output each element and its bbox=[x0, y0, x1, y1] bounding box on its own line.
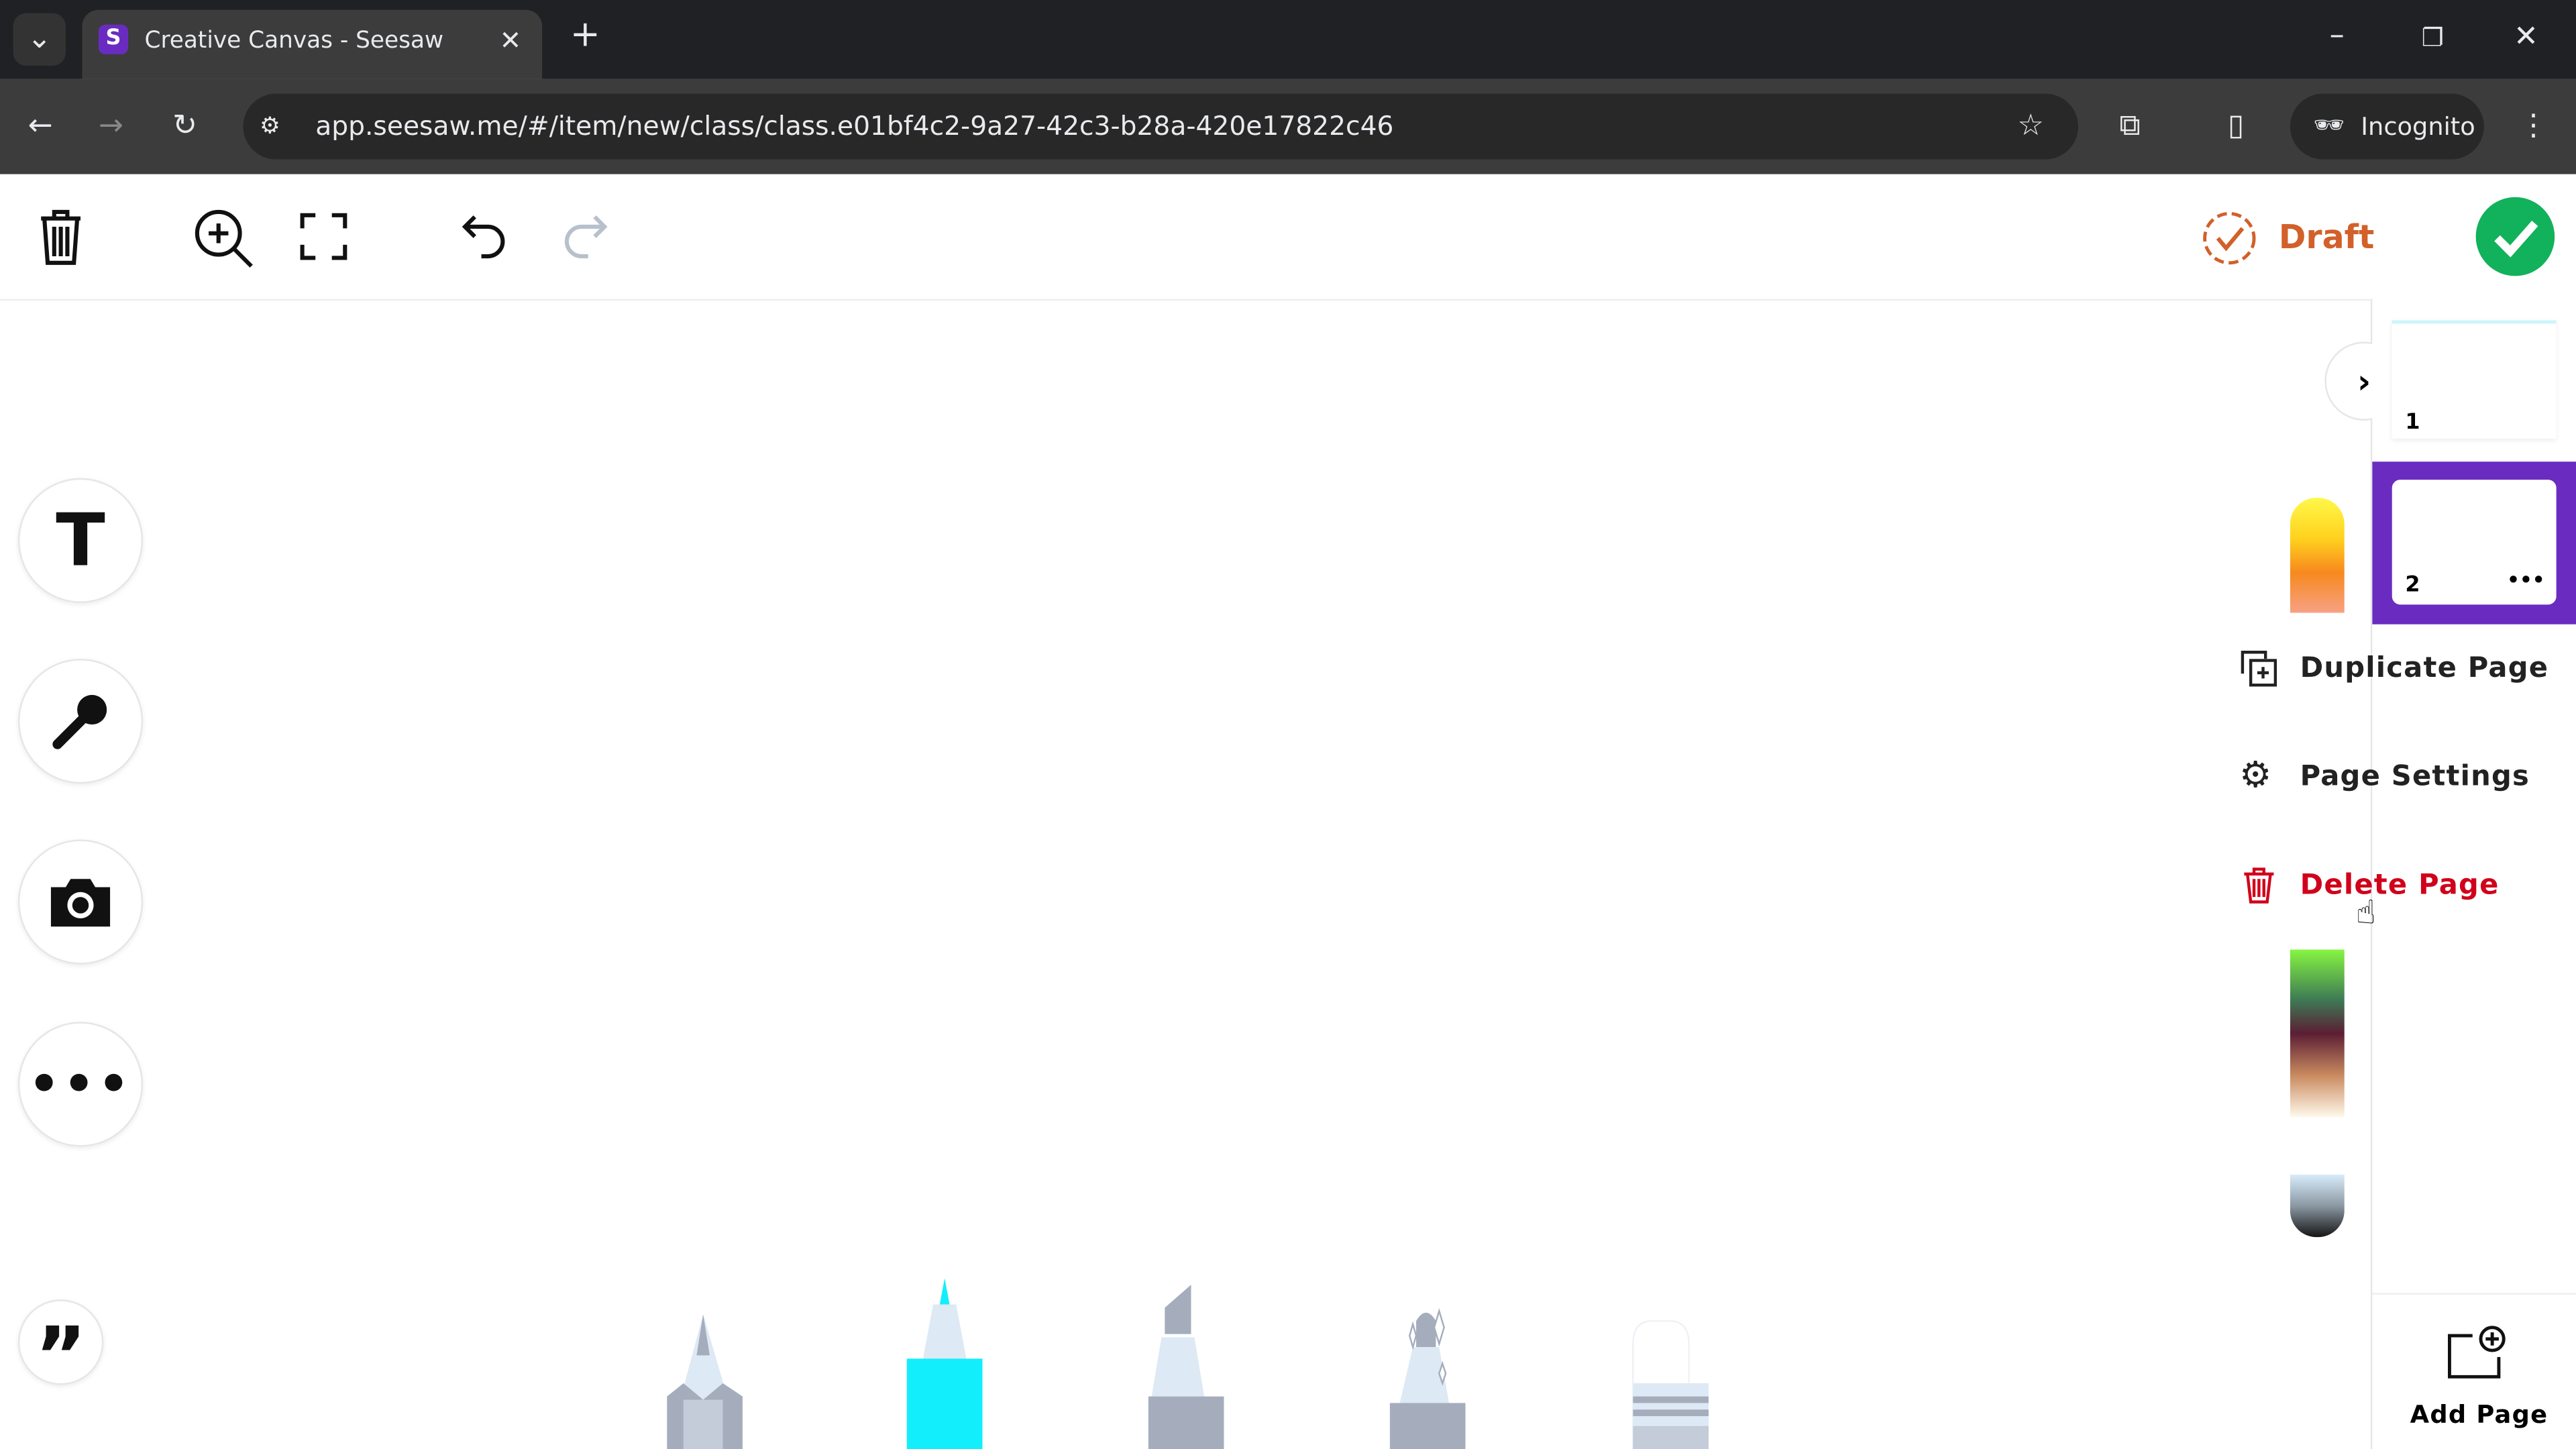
page-thumbnail-2-selected[interactable]: 2 ••• bbox=[2372, 462, 2576, 625]
marker-color bbox=[906, 1358, 983, 1449]
page-2-preview: 2 ••• bbox=[2392, 480, 2557, 605]
fullscreen-icon[interactable] bbox=[299, 212, 348, 261]
gear-icon: ⚙ bbox=[2239, 755, 2272, 797]
app-toolbar: Draft bbox=[0, 174, 2576, 301]
seesaw-favicon-icon: S bbox=[98, 24, 129, 54]
quote-tool-button[interactable]: ” bbox=[17, 1299, 104, 1397]
chevron-right-icon: › bbox=[2357, 361, 2371, 401]
menu-item-label: Page Settings bbox=[2300, 760, 2530, 794]
draft-label: Draft bbox=[2278, 217, 2375, 257]
hand-cursor-icon: ☝ bbox=[2355, 892, 2376, 932]
add-page-label: Add Page bbox=[2410, 1399, 2548, 1430]
camera-tool-button[interactable] bbox=[17, 839, 144, 965]
camera-icon bbox=[50, 879, 111, 927]
duplicate-icon bbox=[2241, 651, 2277, 687]
browser-tab-bar: ⌄ S Creative Canvas - Seesaw ✕ + – ❐ ✕ bbox=[0, 0, 2576, 79]
page-thumbnail-1[interactable]: 1 bbox=[2392, 320, 2557, 439]
menu-item-label: Delete Page bbox=[2300, 869, 2500, 902]
text-tool-button[interactable]: T bbox=[17, 478, 144, 603]
window-close-icon[interactable]: ✕ bbox=[2514, 21, 2538, 54]
marker-tool-selected[interactable] bbox=[897, 1265, 996, 1449]
minimize-icon[interactable]: – bbox=[2330, 19, 2345, 52]
more-tools-button[interactable]: ••• bbox=[17, 1022, 144, 1147]
restore-icon[interactable]: ❐ bbox=[2422, 21, 2444, 54]
undo-icon[interactable] bbox=[460, 212, 509, 261]
reload-icon[interactable]: ↻ bbox=[172, 109, 197, 143]
highlighter-tool[interactable] bbox=[1138, 1265, 1237, 1449]
delete-page-menu-item[interactable]: Delete Page bbox=[2238, 864, 2550, 910]
forward-icon[interactable]: → bbox=[99, 109, 123, 143]
side-panel-icon[interactable]: ▯ bbox=[2228, 109, 2244, 143]
text-icon: T bbox=[56, 498, 105, 583]
trash-icon bbox=[2244, 867, 2274, 904]
menu-item-label: Duplicate Page bbox=[2300, 652, 2549, 686]
draft-check-icon bbox=[2203, 211, 2256, 265]
checkmark-icon bbox=[2494, 221, 2538, 258]
incognito-badge[interactable]: 🕶 Incognito bbox=[2290, 93, 2484, 160]
glitter-pen-tool[interactable] bbox=[1380, 1265, 1479, 1449]
address-bar[interactable]: ⚙ app.seesaw.me/#/item/new/class/class.e… bbox=[243, 93, 2078, 160]
draft-status[interactable]: Draft bbox=[2202, 209, 2382, 268]
zoom-in-icon[interactable] bbox=[193, 207, 255, 270]
trash-icon[interactable] bbox=[36, 207, 85, 266]
add-page-button[interactable]: Add Page bbox=[2372, 1314, 2576, 1449]
page-settings-menu-item[interactable]: ⚙ Page Settings bbox=[2238, 756, 2550, 802]
browser-nav-bar: ← → ↻ ⚙ app.seesaw.me/#/item/new/class/c… bbox=[0, 78, 2576, 176]
page-number: 1 bbox=[2405, 411, 2420, 435]
more-icon: ••• bbox=[28, 1055, 133, 1114]
color-swatch-earth[interactable] bbox=[2290, 949, 2345, 1118]
tab-close-icon[interactable]: ✕ bbox=[499, 25, 521, 58]
quote-icon: ” bbox=[34, 1311, 87, 1403]
url-text: app.seesaw.me/#/item/new/class/class.e01… bbox=[315, 110, 1394, 142]
extensions-icon[interactable]: ⧉ bbox=[2119, 109, 2140, 143]
redo-icon[interactable] bbox=[560, 212, 609, 261]
incognito-icon: 🕶 bbox=[2313, 110, 2345, 140]
microphone-icon bbox=[52, 694, 107, 749]
site-info-icon[interactable]: ⚙ bbox=[260, 110, 280, 143]
page-number: 2 bbox=[2405, 573, 2420, 598]
browser-menu-icon[interactable]: ⋮ bbox=[2518, 109, 2548, 143]
microphone-tool-button[interactable] bbox=[17, 659, 144, 784]
page-more-button[interactable]: ••• bbox=[2507, 568, 2544, 591]
add-page-divider bbox=[2372, 1293, 2576, 1295]
incognito-label: Incognito bbox=[2361, 111, 2475, 142]
color-swatch-gray[interactable] bbox=[2290, 1175, 2345, 1238]
eraser-tool[interactable] bbox=[1623, 1265, 1722, 1449]
tab-title: Creative Canvas - Seesaw bbox=[144, 28, 444, 54]
back-icon[interactable]: ← bbox=[28, 109, 53, 143]
pencil-tool[interactable] bbox=[657, 1265, 756, 1449]
color-swatch-warm[interactable] bbox=[2290, 498, 2345, 613]
bookmark-star-icon[interactable]: ☆ bbox=[2017, 109, 2044, 143]
add-page-icon bbox=[2448, 1326, 2506, 1379]
new-tab-icon[interactable]: + bbox=[570, 17, 600, 54]
tab-search-button[interactable]: ⌄ bbox=[13, 13, 66, 66]
browser-tab[interactable]: S Creative Canvas - Seesaw ✕ bbox=[82, 9, 543, 79]
duplicate-page-menu-item[interactable]: Duplicate Page bbox=[2238, 647, 2550, 694]
done-button[interactable] bbox=[2475, 197, 2555, 276]
